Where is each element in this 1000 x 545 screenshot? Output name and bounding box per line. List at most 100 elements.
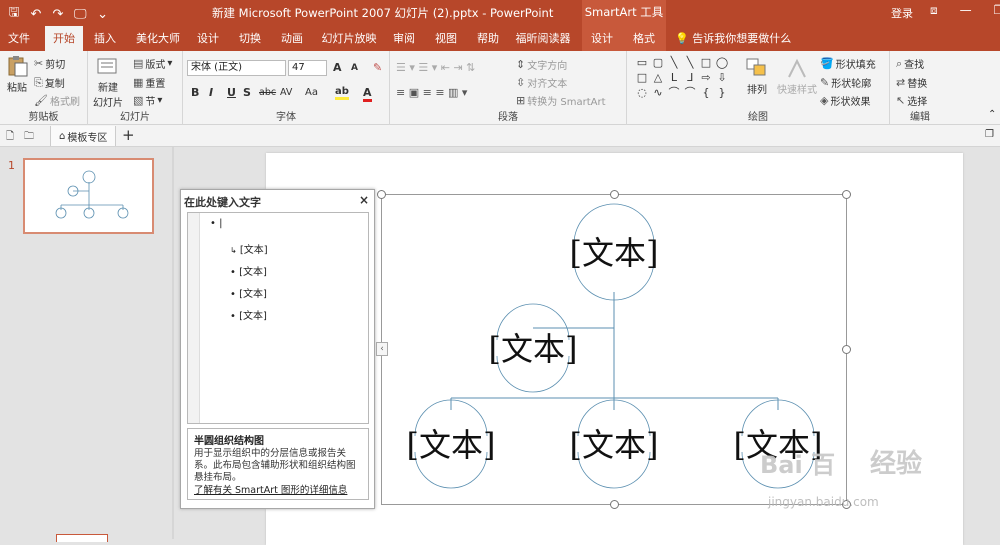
drawing-group: ▭ ▢ ╲ ╲ □ ◯ □ △ ᒪ ᒧ ⇨ ⇩ ◌ ∿ ⌒ ⌒{} 排列 快速样式 🪣 形状填充 ✎ 形状轮廓… [627,51,890,125]
font-color-button[interactable]: A [363,86,372,102]
section-icon: ▧ [133,94,144,107]
ribbon-display-options-icon[interactable]: ⧈ [930,3,938,18]
section-button[interactable]: ▧ 节 ▾ [133,93,162,108]
font-name-dropdown[interactable]: 宋体 (正文) [187,60,286,76]
arrange-icon [746,58,766,76]
text-direction-button[interactable]: ⇕ 文字方向 [516,57,567,72]
shape-outline-button[interactable]: ✎ 形状轮廓 [820,75,871,90]
format-painter-button[interactable]: 🖌 格式刷 [34,93,80,108]
shape-line-icon: ╲ [686,56,694,69]
shape-arc-icon: ⌒ [684,86,696,99]
list-item[interactable]: • | [210,218,222,229]
collapse-ribbon-icon[interactable]: ⌃ [988,109,996,120]
list-item-text: [文本] [239,245,268,256]
text-pane-list[interactable]: • | ↳ [文本] • [文本] • [文本] • [文本] [187,212,369,424]
layout-button[interactable]: ▤ 版式 ▾ [133,56,172,71]
reset-button[interactable]: ▦ 重置 [133,75,165,90]
new-slide-button[interactable]: 新建 幻灯片 [93,55,123,109]
list-item[interactable]: ↳ [文本] [230,241,268,256]
strikethrough-button[interactable]: abc [259,87,276,98]
tab-review[interactable]: 审阅 [388,26,420,51]
pen-icon: ✎ [820,76,830,89]
smartart-node-text[interactable]: [文本] [570,426,659,464]
grow-font-button[interactable]: A [333,61,342,74]
smartart-node-text[interactable]: [文本] [407,426,496,464]
tell-me-search[interactable]: 💡 告诉我你想要做什么 [675,26,791,51]
undo-icon[interactable]: ↶ [30,7,42,22]
tab-smartart-design[interactable]: 设计 [586,26,618,51]
shape-gallery[interactable]: ▭ ▢ ╲ ╲ □ ◯ □ △ ᒪ ᒧ ⇨ ⇩ ◌ ∿ ⌒ ⌒{} [634,55,734,103]
slide-thumbnail-1[interactable] [23,158,154,234]
list-item[interactable]: • [文本] [230,307,267,322]
font-size-dropdown[interactable]: 47 [288,60,327,76]
smartart-node-text[interactable]: [文本] [570,234,659,272]
minimize-icon[interactable]: — [960,3,972,18]
bold-button[interactable]: B [191,86,199,99]
learn-more-link[interactable]: 了解有关 SmartArt 图形的详细信息 [194,482,347,496]
quick-styles-button[interactable]: 快速样式 [777,57,817,96]
tab-foxit-reader[interactable]: 福昕阅读器 [512,26,574,51]
tab-beautify-master[interactable]: 美化大师 [133,26,183,51]
restore-icon[interactable]: ❐ [994,3,1000,18]
clear-formatting-button[interactable]: ✎ [373,61,382,74]
open-folder-icon[interactable]: 🗀 [24,129,34,146]
replace-button[interactable]: ⇄ 替换 [896,75,927,90]
alignment-buttons[interactable]: ≡ ▣ ≡ ≡ ▥ ▾ [396,86,467,99]
shrink-font-button[interactable]: A [351,63,358,73]
convert-icon: ⊞ [516,94,526,107]
tab-view[interactable]: 视图 [430,26,462,51]
tab-slideshow[interactable]: 幻灯片放映 [318,26,380,51]
new-doc-icon[interactable]: 🗋 [6,129,14,146]
align-text-button[interactable]: ⇳ 对齐文本 [516,75,567,90]
watermark-url: jingyan.baidu.com [768,495,879,509]
reset-label: 重置 [145,79,166,90]
ribbon: 粘贴 ✂ 剪切 ⎘ 复制 🖌 格式刷 剪贴板 新建 幻灯片 ▤ 版式 ▾ ▦ 重置 ▧ 节 ▾ … [0,51,1000,125]
tab-smartart-format[interactable]: 格式 [628,26,660,51]
customize-qat-icon[interactable]: ⌄ [97,7,109,22]
tab-transitions[interactable]: 切换 [234,26,266,51]
tab-help[interactable]: 帮助 [472,26,504,51]
add-tab-button[interactable]: + [122,126,135,144]
paste-button[interactable]: 粘贴 [5,55,29,94]
list-item[interactable]: • [文本] [230,285,267,300]
shape-effects-button[interactable]: ◈ 形状效果 [820,93,870,108]
clipboard-group: 粘贴 ✂ 剪切 ⎘ 复制 🖌 格式刷 剪贴板 [0,51,88,125]
text-pane-gutter [188,213,200,423]
italic-button[interactable]: I [209,86,213,99]
list-item[interactable]: • [文本] [230,263,267,278]
convert-smartart-button[interactable]: ⊞ 转换为 SmartArt [516,93,606,108]
save-icon[interactable]: 🖫 [8,3,20,25]
char-spacing-button[interactable]: AV [280,87,292,98]
slide-thumbnail-2[interactable] [56,534,108,542]
restore-pane-icon[interactable]: ❐ [985,129,994,140]
align-text-label: 对齐文本 [527,79,568,90]
text-pane-toggle[interactable]: ‹ [376,342,388,356]
change-case-button[interactable]: Aa [305,87,318,98]
section-label: 节 [145,97,156,108]
bullets-button[interactable]: ☰ ▾ ☰ ▾ ⇤ ⇥ ⇅ [396,61,475,74]
tab-home[interactable]: 开始 [45,26,83,51]
redo-icon[interactable]: ↷ [52,7,64,22]
editing-group: ⌕ 查找 ⇄ 替换 ↖ 选择 编辑 [890,51,950,125]
login-link[interactable]: 登录 [891,5,913,21]
select-button[interactable]: ↖ 选择 [896,93,927,108]
tab-design[interactable]: 设计 [192,26,224,51]
close-icon[interactable]: × [359,193,369,207]
cut-button[interactable]: ✂ 剪切 [34,56,65,71]
layout-icon: ▤ [133,57,144,70]
arrange-button[interactable]: 排列 [745,57,769,96]
pane-splitter[interactable] [172,147,174,539]
template-zone-tab[interactable]: ⌂ 模板专区 [50,126,117,146]
present-icon[interactable]: 🖵 [74,7,87,22]
shape-fill-button[interactable]: 🪣 形状填充 [820,56,876,71]
tab-insert[interactable]: 插入 [88,26,122,51]
smartart-node-text[interactable]: [文本] [489,330,578,368]
tab-animations[interactable]: 动画 [276,26,308,51]
copy-button[interactable]: ⎘ 复制 [34,75,65,91]
find-button[interactable]: ⌕ 查找 [896,56,924,72]
tab-file[interactable]: 文件 [3,26,35,51]
shadow-button[interactable]: S [243,86,251,99]
highlight-button[interactable]: ab [335,86,349,100]
underline-button[interactable]: U [227,86,236,99]
arrange-label: 排列 [747,85,767,96]
